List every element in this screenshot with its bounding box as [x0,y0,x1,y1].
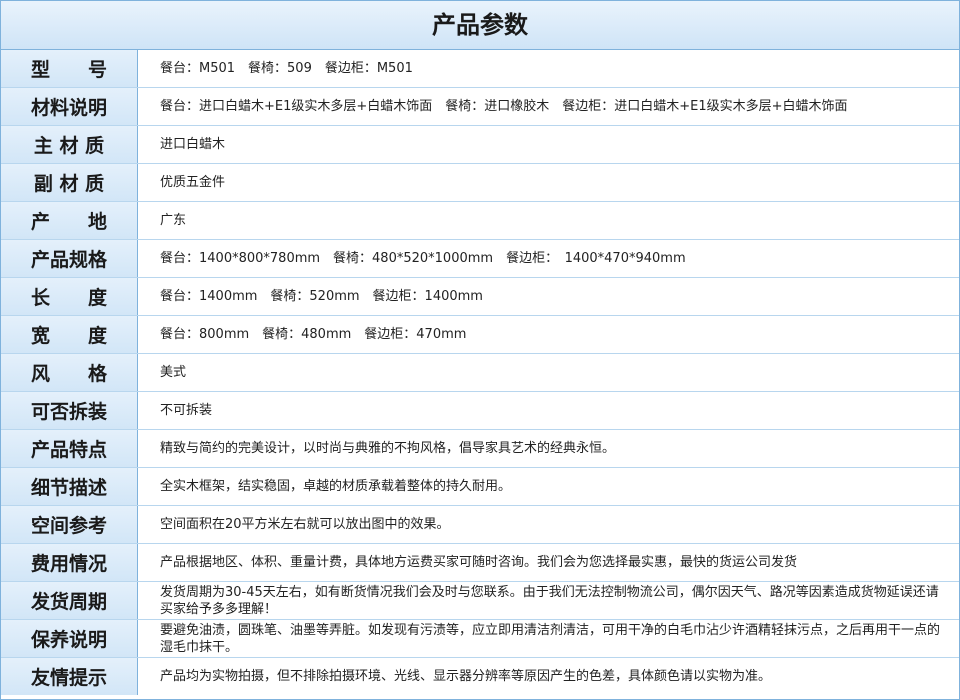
row-value: 餐台：1400mm 餐椅：520mm 餐边柜：1400mm [160,289,483,304]
row-value: 美式 [160,365,187,380]
row-label-text: 宽 度 [30,325,107,347]
row-label-text: 产品规格 [30,249,107,271]
row-value: 要避免油渍，圆珠笔、油墨等弄脏。如发现有污渍等，应立即用清洁剂清洁，可用干净的白… [160,622,941,655]
row-value: 餐台：M501 餐椅：509 餐边柜：M501 [160,61,413,76]
row-label-text: 发货周期 [30,591,107,613]
row-features: 产品特点 精致与简约的完美设计，以时尚与典雅的不拘风格，倡导家具艺术的经典永恒。 [1,430,959,468]
row-label-text: 副 材 质 [33,173,105,195]
row-label: 主 材 质 [1,126,138,163]
row-value: 产品均为实物拍摄，但不排除拍摄环境、光线、显示器分辨率等原因产生的色差，具体颜色… [160,669,772,684]
product-parameters-table: 产品参数 型 号 餐台：M501 餐椅：509 餐边柜：M501 材料说明 餐台… [0,0,960,700]
row-value: 产品根据地区、体积、重量计费，具体地方运费买家可随时咨询。我们会为您选择最实惠，… [160,555,798,570]
row-label: 产 地 [1,202,138,239]
row-specification: 产品规格 餐台：1400*800*780mm 餐椅：480*520*1000mm… [1,240,959,278]
row-care-instructions: 保养说明 要避免油渍，圆珠笔、油墨等弄脏。如发现有污渍等，应立即用清洁剂清洁，可… [1,620,959,658]
row-value: 餐台：1400*800*780mm 餐椅：480*520*1000mm 餐边柜：… [160,251,686,266]
row-value: 空间面积在20平方米左右就可以放出图中的效果。 [160,517,450,532]
row-friendly-tip: 友情提示 产品均为实物拍摄，但不排除拍摄环境、光线、显示器分辨率等原因产生的色差… [1,658,959,695]
row-value: 全实木框架，结实稳固，卓越的材质承载着整体的持久耐用。 [160,479,512,494]
row-label: 产品特点 [1,430,138,467]
row-detachable: 可否拆装 不可拆装 [1,392,959,430]
row-label: 型 号 [1,50,138,87]
row-label-text: 费用情况 [30,553,107,575]
row-label: 费用情况 [1,544,138,581]
row-label: 可否拆装 [1,392,138,429]
row-label: 副 材 质 [1,164,138,201]
row-secondary-material: 副 材 质 优质五金件 [1,164,959,202]
row-label: 风 格 [1,354,138,391]
row-material-description: 材料说明 餐台：进口白蜡木+E1级实木多层+白蜡木饰面 餐椅：进口橡胶木 餐边柜… [1,88,959,126]
row-label-text: 产品特点 [30,439,107,461]
row-label: 发货周期 [1,582,138,619]
table-title: 产品参数 [1,1,959,50]
row-value: 不可拆装 [160,403,213,418]
row-label-text: 产 地 [30,211,107,233]
row-label-text: 材料说明 [30,97,107,119]
row-label-text: 空间参考 [30,515,107,537]
row-shipping-cycle: 发货周期 发货周期为30-45天左右，如有断货情况我们会及时与您联系。由于我们无… [1,582,959,620]
row-value: 餐台：800mm 餐椅：480mm 餐边柜：470mm [160,327,467,342]
row-label-text: 友情提示 [30,667,107,689]
row-length: 长 度 餐台：1400mm 餐椅：520mm 餐边柜：1400mm [1,278,959,316]
row-main-material: 主 材 质 进口白蜡木 [1,126,959,164]
row-label: 产品规格 [1,240,138,277]
row-label: 长 度 [1,278,138,315]
row-label-text: 主 材 质 [33,135,105,157]
row-value: 发货周期为30-45天左右，如有断货情况我们会及时与您联系。由于我们无法控制物流… [160,584,939,617]
row-details: 细节描述 全实木框架，结实稳固，卓越的材质承载着整体的持久耐用。 [1,468,959,506]
row-space-reference: 空间参考 空间面积在20平方米左右就可以放出图中的效果。 [1,506,959,544]
row-costs: 费用情况 产品根据地区、体积、重量计费，具体地方运费买家可随时咨询。我们会为您选… [1,544,959,582]
row-origin: 产 地 广东 [1,202,959,240]
row-label: 细节描述 [1,468,138,505]
row-label-text: 风 格 [30,363,107,385]
row-value: 精致与简约的完美设计，以时尚与典雅的不拘风格，倡导家具艺术的经典永恒。 [160,441,616,456]
row-label-text: 型 号 [30,59,107,81]
row-style: 风 格 美式 [1,354,959,392]
row-value: 餐台：进口白蜡木+E1级实木多层+白蜡木饰面 餐椅：进口橡胶木 餐边柜：进口白蜡… [160,99,848,114]
row-value: 进口白蜡木 [160,137,226,152]
row-value: 优质五金件 [160,175,226,190]
row-label: 材料说明 [1,88,138,125]
row-label: 宽 度 [1,316,138,353]
row-width: 宽 度 餐台：800mm 餐椅：480mm 餐边柜：470mm [1,316,959,354]
row-label-text: 细节描述 [30,477,107,499]
row-label: 友情提示 [1,658,138,695]
row-label: 空间参考 [1,506,138,543]
row-label-text: 长 度 [30,287,107,309]
row-model: 型 号 餐台：M501 餐椅：509 餐边柜：M501 [1,50,959,88]
row-label-text: 可否拆装 [30,401,107,423]
row-label-text: 保养说明 [30,629,107,651]
row-label: 保养说明 [1,620,138,657]
parameter-rows: 型 号 餐台：M501 餐椅：509 餐边柜：M501 材料说明 餐台：进口白蜡… [1,50,959,695]
row-value: 广东 [160,213,187,228]
